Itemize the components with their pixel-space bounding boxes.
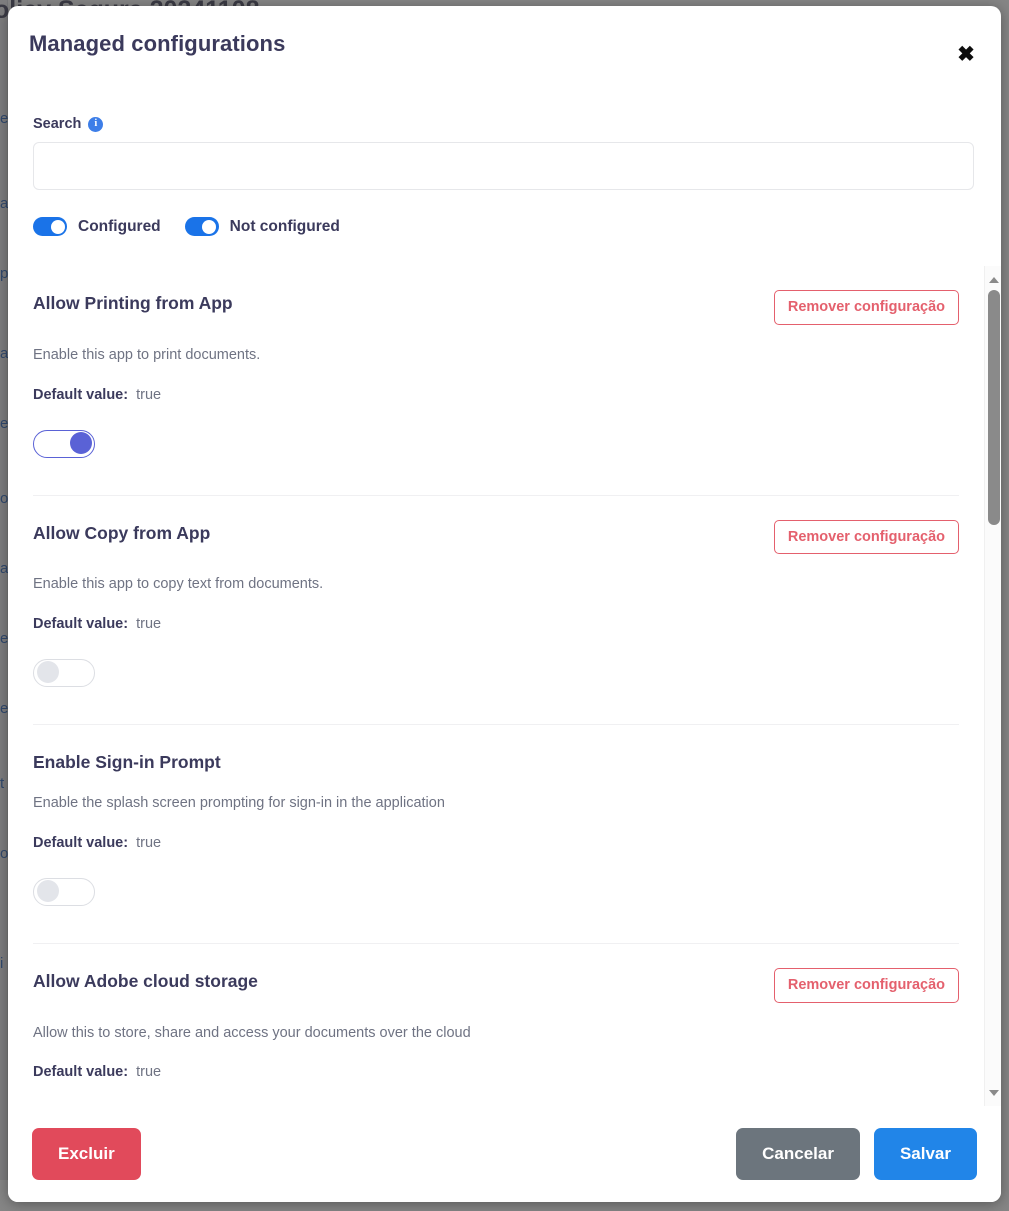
search-input[interactable] (33, 142, 974, 190)
scroll-up-arrow-icon[interactable] (985, 271, 1001, 288)
managed-configurations-dialog: Managed configurations ✖ Search i Config… (8, 6, 1001, 1202)
dialog-header: Managed configurations ✖ (8, 6, 1001, 84)
config-item: Allow Printing from App Remover configur… (33, 266, 959, 495)
config-item-header: Allow Adobe cloud storage Remover config… (33, 944, 959, 1003)
default-value: true (136, 834, 162, 851)
config-item-default: Default value: true (33, 616, 959, 632)
config-item-header: Allow Copy from App Remover configuração (33, 496, 959, 555)
config-item-title: Enable Sign-in Prompt (33, 752, 221, 773)
scroll-down-arrow-icon[interactable] (985, 1084, 1001, 1101)
filter-configured[interactable]: Configured (33, 217, 161, 236)
config-item-title: Allow Adobe cloud storage (33, 970, 258, 991)
cancel-button[interactable]: Cancelar (736, 1128, 860, 1180)
filter-not-configured-toggle[interactable] (184, 217, 219, 236)
dialog-footer: Excluir Cancelar Salvar (8, 1106, 1001, 1202)
config-item-toggle[interactable] (33, 877, 95, 906)
configurations-list: Allow Printing from App Remover configur… (8, 266, 984, 1106)
remove-configuration-button[interactable]: Remover configuração (773, 967, 959, 1003)
filter-configured-toggle[interactable] (33, 217, 67, 236)
config-item-header: Enable Sign-in Prompt (33, 725, 959, 773)
config-item-default: Default value: true (33, 1064, 959, 1080)
search-section: Search i Configured Not configured (8, 84, 1001, 266)
config-item-default: Default value: true (33, 387, 959, 403)
default-value: true (136, 616, 162, 633)
default-value-label: Default value: (33, 386, 129, 403)
delete-button[interactable]: Excluir (32, 1128, 141, 1180)
configurations-scroll-area: Allow Printing from App Remover configur… (8, 266, 1001, 1106)
config-item-description: Enable this app to print documents. (33, 346, 261, 363)
config-item: Allow Adobe cloud storage Remover config… (33, 942, 959, 1106)
search-label-row: Search i (33, 116, 976, 132)
filter-not-configured[interactable]: Not configured (184, 217, 340, 236)
config-item-title: Allow Copy from App (33, 522, 211, 543)
config-item: Enable Sign-in Prompt Enable the splash … (33, 724, 959, 943)
save-button[interactable]: Salvar (873, 1128, 977, 1180)
filter-row: Configured Not configured (33, 217, 976, 266)
config-item-title: Allow Printing from App (33, 293, 233, 313)
default-value: true (136, 386, 162, 403)
search-label: Search (33, 116, 82, 132)
close-icon[interactable]: ✖ (954, 42, 978, 66)
config-item-description: Allow this to store, share and access yo… (33, 1024, 471, 1041)
dialog-title: Managed configurations (29, 31, 286, 56)
default-value-label: Default value: (33, 834, 129, 851)
default-value-label: Default value: (33, 1064, 129, 1081)
config-item-toggle-row (33, 659, 959, 724)
config-item-toggle[interactable] (33, 429, 95, 458)
filter-configured-label: Configured (78, 217, 161, 235)
config-item-description: Enable this app to copy text from docume… (33, 576, 324, 593)
default-value-label: Default value: (33, 616, 129, 633)
scrollbar-thumb[interactable] (987, 290, 1000, 525)
config-item-description: Enable the splash screen prompting for s… (33, 795, 445, 812)
config-item-toggle[interactable] (33, 659, 95, 688)
info-icon[interactable]: i (88, 116, 104, 132)
filter-not-configured-label: Not configured (229, 217, 340, 235)
config-item-toggle-row (33, 429, 959, 495)
config-item: Allow Copy from App Remover configuração… (33, 494, 959, 725)
config-item-toggle-row (33, 877, 959, 943)
vertical-scrollbar[interactable] (984, 266, 1001, 1106)
remove-configuration-button[interactable]: Remover configuração (773, 519, 959, 555)
default-value: true (136, 1064, 162, 1081)
remove-configuration-button[interactable]: Remover configuração (773, 290, 959, 325)
config-item-default: Default value: true (33, 835, 959, 851)
footer-actions: Cancelar Salvar (736, 1128, 977, 1180)
config-item-header: Allow Printing from App Remover configur… (33, 266, 959, 325)
